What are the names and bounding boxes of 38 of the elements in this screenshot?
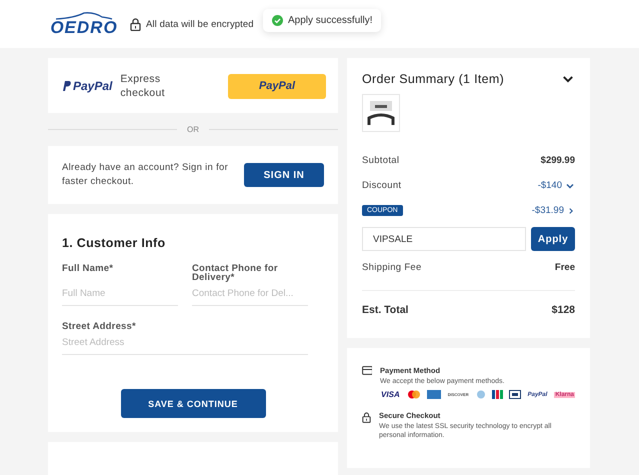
order-summary-title: Order Summary (1 Item) xyxy=(362,72,504,86)
striped-logo xyxy=(492,390,503,399)
product-thumbnail[interactable] xyxy=(362,94,400,132)
brand-logo[interactable]: OEDRO xyxy=(48,12,120,36)
paypal-button[interactable]: PayPal xyxy=(228,74,326,98)
summary-value: Free xyxy=(554,262,575,273)
field-label: Contact Phone for Delivery* xyxy=(192,264,279,282)
summary-label: Subtotal xyxy=(362,155,400,166)
card-icon xyxy=(362,366,372,375)
express-checkout-label: Express checkout xyxy=(120,72,166,100)
sign-in-prompt: Already have an account? Sign in for faster checkout. xyxy=(62,161,230,189)
summary-value: -$140 xyxy=(538,180,562,191)
check-icon xyxy=(272,15,283,26)
field-label: Street Address* xyxy=(62,322,137,331)
sign-in-button[interactable]: SIGN IN xyxy=(244,163,324,187)
save-continue-button[interactable]: SAVE & CONTINUE xyxy=(120,389,266,418)
toast-message: Apply successfully! xyxy=(263,9,382,32)
summary-value: -$31.99 xyxy=(532,205,564,216)
circles-logo xyxy=(406,390,421,399)
total-value: $128 xyxy=(552,304,575,316)
coupon-code-field[interactable]: VIPSALE xyxy=(362,227,526,251)
card-logo xyxy=(508,390,521,399)
paypal-logo: PayPal xyxy=(62,79,112,93)
circle-logo xyxy=(476,390,486,399)
card-logo xyxy=(426,390,441,399)
lock-icon xyxy=(130,18,141,30)
field-label: Full Name* xyxy=(62,264,114,273)
lock-icon xyxy=(362,411,371,424)
total-label: Est. Total xyxy=(362,304,408,316)
visa-logo: VISA xyxy=(380,390,401,399)
or-divider-text: OR xyxy=(187,125,199,134)
section-title: 1. Customer Info xyxy=(62,236,166,250)
summary-label: Shipping Fee xyxy=(362,262,422,273)
summary-value: $299.99 xyxy=(540,155,575,166)
security-note: All data will be encrypted xyxy=(146,18,254,30)
summary-label: Discount xyxy=(362,180,402,191)
apply-button[interactable]: Apply xyxy=(531,227,575,251)
chevron-right-icon[interactable] xyxy=(567,206,575,214)
